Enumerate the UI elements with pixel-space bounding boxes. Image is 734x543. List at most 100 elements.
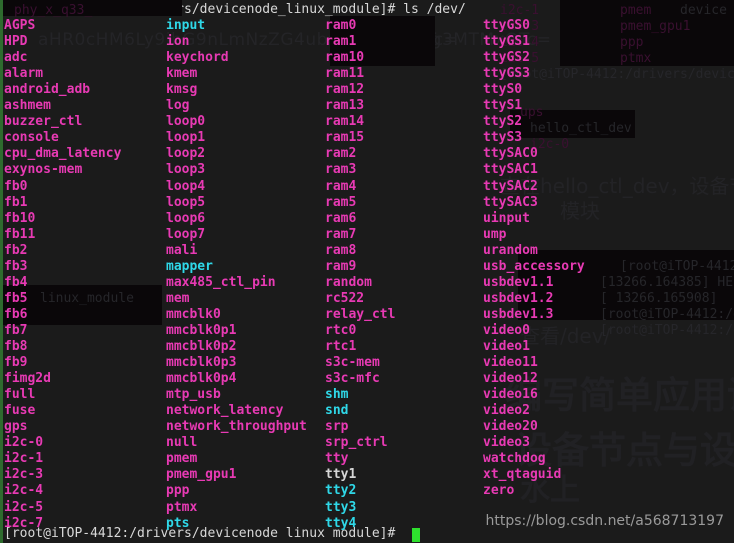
dev-entry-ttys3: ttyS3: [483, 130, 523, 146]
dev-entry-fb0: fb0: [4, 178, 28, 194]
dev-entry-fb3: fb3: [4, 258, 28, 274]
ghost-text-line: hello_ctl_dev: [530, 121, 632, 136]
dev-entry-mmcblk0p2: mmcblk0p2: [166, 339, 237, 354]
dev-entry-relay-ctl: relay_ctl: [325, 306, 396, 322]
dev-entry-hpd: HPD: [4, 34, 28, 50]
dev-entry-s3c-mfc: s3c-mfc: [325, 371, 380, 387]
dev-entry-ram5: ram5: [325, 194, 357, 210]
watermark-cjk-text: 设备节点与设备注: [515, 429, 734, 472]
dev-entry-rc522: rc522: [325, 290, 365, 306]
dev-entry-loop0: loop0: [166, 114, 206, 130]
dev-entry-ttysac2: ttySAC2: [483, 178, 538, 194]
dev-entry-tty3: tty3: [325, 499, 357, 515]
ghost-text-line: i2c-3: [500, 19, 540, 34]
dev-entry-shm: shm: [325, 387, 349, 403]
watermark-cjk-text: 模块: [560, 199, 600, 223]
dev-entry-video0: video0: [483, 322, 530, 338]
dev-entry-i2c-4: i2c-4: [4, 483, 44, 499]
dev-entry-ram0: ram0: [325, 18, 357, 33]
ghost-text-line: [ 13266.165908] remove: [600, 291, 718, 306]
dev-entry-ram4: ram4: [325, 178, 357, 194]
dev-entry-buzzer-ctl: buzzer_ctl: [4, 114, 83, 130]
ghost-text-line: [root@iTOP-4412:/dev/: [600, 307, 734, 322]
dev-entry-cpu-dma-latency: cpu_dma_latency: [4, 146, 122, 162]
dev-entry-ram11: ram11: [325, 66, 365, 82]
dev-entry-tty1: tty1: [325, 467, 357, 483]
ghost-residue-layer: phy_x_q33_ i2c-1 pmem device i2c-3 pmem_gpu1 i…: [0, 0, 734, 543]
dev-entry-fb8: fb8: [4, 339, 28, 354]
dev-entry-uinput: uinput: [483, 210, 530, 226]
watermark-cjk-text: 查看/dev/: [520, 324, 611, 348]
dev-entry-watchdog: watchdog: [483, 451, 546, 467]
dev-entry-video12: video12: [483, 371, 538, 387]
dev-entry-i2c-3: i2c-3: [4, 467, 44, 483]
dev-entry-adc: adc: [4, 50, 28, 66]
ghost-block: [518, 250, 734, 320]
dev-entry-tty2: tty2: [325, 483, 357, 499]
ghost-text-line: ups: [520, 105, 544, 120]
ls-output: AGPS HPD adc alarm android_adb ashmem buzzer_c…: [0, 0, 734, 543]
dev-entry-ram6: ram6: [325, 210, 357, 226]
dev-entry-fb1: fb1: [4, 194, 28, 210]
left-gutter-strip: [0, 0, 3, 543]
dev-entry-pmem: pmem: [166, 451, 198, 467]
dev-entry-usbdev1-1: usbdev1.1: [483, 274, 554, 290]
dev-entry-mapper: mapper: [166, 258, 213, 274]
dev-entry-fb7: fb7: [4, 322, 28, 338]
dev-entry-mmcblk0p4: mmcblk0p4: [166, 371, 237, 387]
ghost-text-line: i2c-1: [500, 3, 540, 18]
dev-entry-ram1: ram1: [325, 34, 357, 50]
dev-entry-fb4: fb4: [4, 274, 28, 290]
dev-entry-log: log: [166, 98, 190, 114]
dev-entry-exynos-mem: exynos-mem: [4, 162, 83, 178]
dev-entry-loop4: loop4: [166, 178, 206, 194]
dev-entry-random: random: [325, 274, 372, 290]
dev-entry-ttysac0: ttySAC0: [483, 146, 538, 162]
csdn-watermark-url: https://blog.csdn.net/a568713197: [485, 513, 725, 529]
dev-entry-kmem: kmem: [166, 66, 198, 82]
dev-entry-video11: video11: [483, 355, 538, 371]
dev-entry-mmcblk0: mmcblk0: [166, 306, 221, 322]
ghost-text-line: [root@iTOP-4412:/drive: [620, 259, 734, 274]
dev-entry-ttygs0: ttyGS0: [483, 18, 530, 33]
dev-entry-zero: zero: [483, 483, 515, 499]
dev-entry-s3c-mem: s3c-mem: [325, 355, 380, 371]
dev-entry-fb2: fb2: [4, 242, 28, 258]
terminal-window[interactable]: phy_x_q33_ i2c-1 pmem device i2c-3 pmem_gpu1 i…: [0, 0, 734, 543]
ghost-text-line: [root@iTOP-4412:/d: [600, 323, 734, 338]
dev-entry-console: console: [4, 130, 59, 146]
dev-entry-ion: ion: [166, 34, 190, 50]
dev-entry-ram14: ram14: [325, 114, 365, 130]
ghost-block: [0, 285, 162, 325]
dev-entry-ram8: ram8: [325, 242, 357, 258]
ghost-text-line: [root@iTOP-4412:/drivers/devicenode: [500, 67, 734, 82]
dev-entry-ttys0: ttyS0: [483, 82, 523, 98]
dev-entry-tty: tty: [325, 451, 349, 467]
ghost-block: [560, 0, 734, 66]
dev-entry-video16: video16: [483, 387, 538, 403]
prompt-line-bottom: [root@iTOP-4412:/drivers/devicenode linu…: [4, 526, 404, 541]
watermark-base64-text: Hk3kTMxOTc=: [330, 30, 459, 50]
dev-entry-ptmx: ptmx: [166, 499, 198, 515]
dev-entry-ppp: ppp: [166, 483, 190, 499]
dev-entry-mali: mali: [166, 242, 198, 258]
dev-entry-usbdev1-3: usbdev1.3: [483, 306, 554, 322]
terminal-cursor: [412, 528, 420, 542]
ghost-text-line: ppp: [620, 35, 644, 50]
dev-entry-fb6: fb6: [4, 306, 28, 322]
dev-entry-video20: video20: [483, 419, 538, 435]
dev-entry-snd: snd: [325, 403, 349, 419]
dev-entry-ram15: ram15: [325, 130, 365, 146]
ghost-block: [510, 110, 635, 138]
dev-entry-loop3: loop3: [166, 162, 206, 178]
dev-entry-null: null: [166, 435, 198, 451]
dev-entry-usbdev1-2: usbdev1.2: [483, 290, 554, 306]
dev-entry-loop6: loop6: [166, 210, 206, 226]
dev-entry-network-latency: network_latency: [166, 403, 284, 419]
watermark-base64-text: aHR0cHM6Ly9ibG9nLmNzZG4ubmV0L2E1Njg3MTMx…: [38, 30, 552, 50]
dev-entry-usb-accessory: usb_accessory: [483, 258, 585, 274]
dev-entry-ump: ump: [483, 226, 507, 242]
dev-entry-ram10: ram10: [325, 50, 365, 66]
dev-entry-alarm: alarm: [4, 66, 44, 82]
dev-entry-fb10: fb10: [4, 210, 36, 226]
